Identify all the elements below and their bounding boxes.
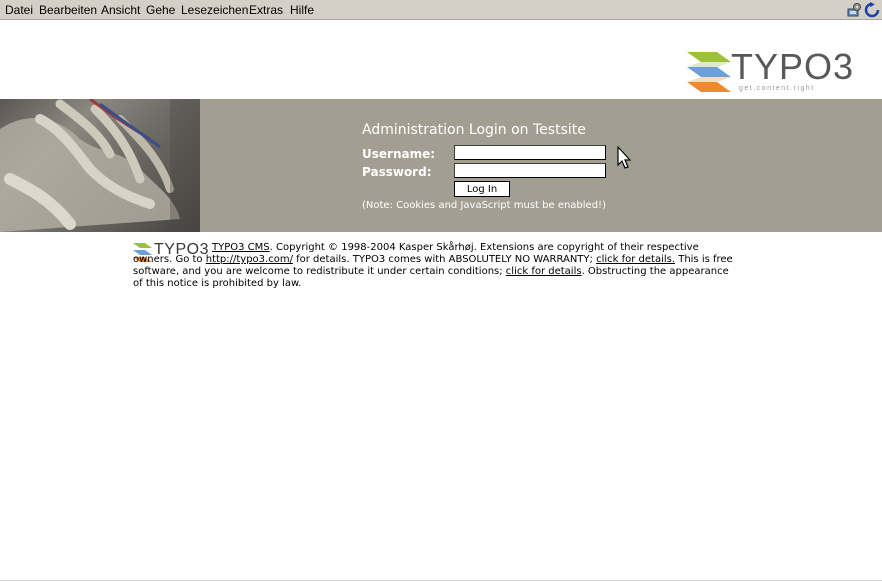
logo-slogan: get.content.right <box>739 85 815 92</box>
work-gloves-image <box>0 99 200 232</box>
menu-hilfe[interactable]: Hilfe <box>290 3 314 17</box>
reload-icon[interactable] <box>864 2 880 18</box>
login-button[interactable]: Log In <box>454 181 510 197</box>
username-label: Username: <box>362 147 436 161</box>
status-divider <box>0 580 882 581</box>
menu-lesezeichen[interactable]: Lesezeichen <box>181 3 248 17</box>
network-settings-icon[interactable] <box>846 2 862 18</box>
login-band: Administration Login on Testsite Usernam… <box>0 99 882 232</box>
mouse-cursor-icon <box>617 146 631 169</box>
menu-extras[interactable]: Extras <box>249 3 283 17</box>
license-details-link[interactable]: click for details <box>506 266 582 277</box>
typo3-logo-stripes <box>687 52 731 92</box>
warranty-details-link[interactable]: click for details. <box>596 254 675 265</box>
typo3-logo: TYPO3 get.content.right <box>687 47 853 96</box>
menu-bearbeiten[interactable]: Bearbeiten <box>39 3 97 17</box>
typo3-cms-link[interactable]: TYPO3 CMS <box>212 242 270 253</box>
menu-ansicht[interactable]: Ansicht <box>101 3 140 17</box>
password-label: Password: <box>362 165 432 179</box>
menu-datei[interactable]: Datei <box>5 3 33 17</box>
menu-bar: Datei Bearbeiten Ansicht Gehe Lesezeiche… <box>0 0 882 20</box>
login-title: Administration Login on Testsite <box>362 122 586 138</box>
copyright-notice: TYPO3 CMS. Copyright © 1998-2004 Kasper … <box>133 242 733 290</box>
login-note: (Note: Cookies and JavaScript must be en… <box>362 200 606 211</box>
gloves-photo <box>0 99 200 232</box>
copyright-text-2: for details. TYPO3 comes with ABSOLUTELY… <box>292 254 597 265</box>
typo3-site-link[interactable]: http://typo3.com/ <box>206 254 293 265</box>
password-input[interactable] <box>454 163 606 178</box>
logo-wordmark: TYPO3 <box>731 46 855 87</box>
menu-gehe[interactable]: Gehe <box>146 3 175 17</box>
username-input[interactable] <box>454 145 606 160</box>
